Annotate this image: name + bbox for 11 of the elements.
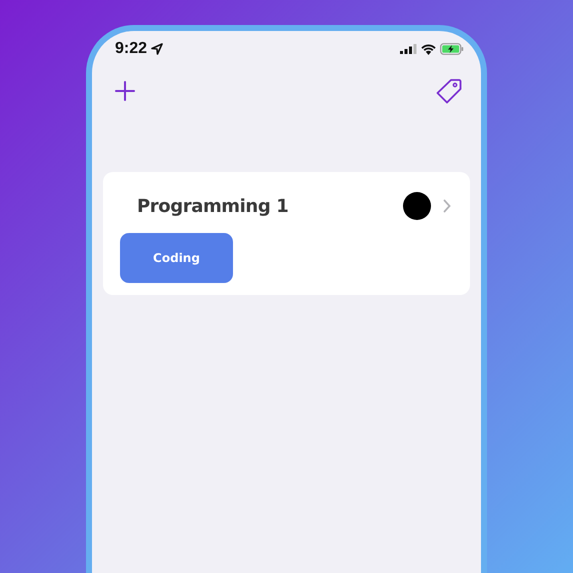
battery-charging-icon bbox=[440, 43, 464, 55]
list-card[interactable]: Programming 1 Coding bbox=[103, 172, 470, 295]
list-title: Programming 1 bbox=[137, 196, 290, 216]
location-arrow-icon bbox=[151, 43, 164, 55]
chevron-right-icon bbox=[443, 199, 451, 213]
tag-button[interactable] bbox=[435, 77, 463, 105]
status-time: 9:22 bbox=[115, 40, 148, 58]
add-button[interactable] bbox=[114, 80, 136, 102]
tag-chip[interactable]: Coding bbox=[120, 233, 233, 283]
wifi-icon bbox=[421, 44, 436, 54]
signal-icon bbox=[400, 44, 417, 54]
